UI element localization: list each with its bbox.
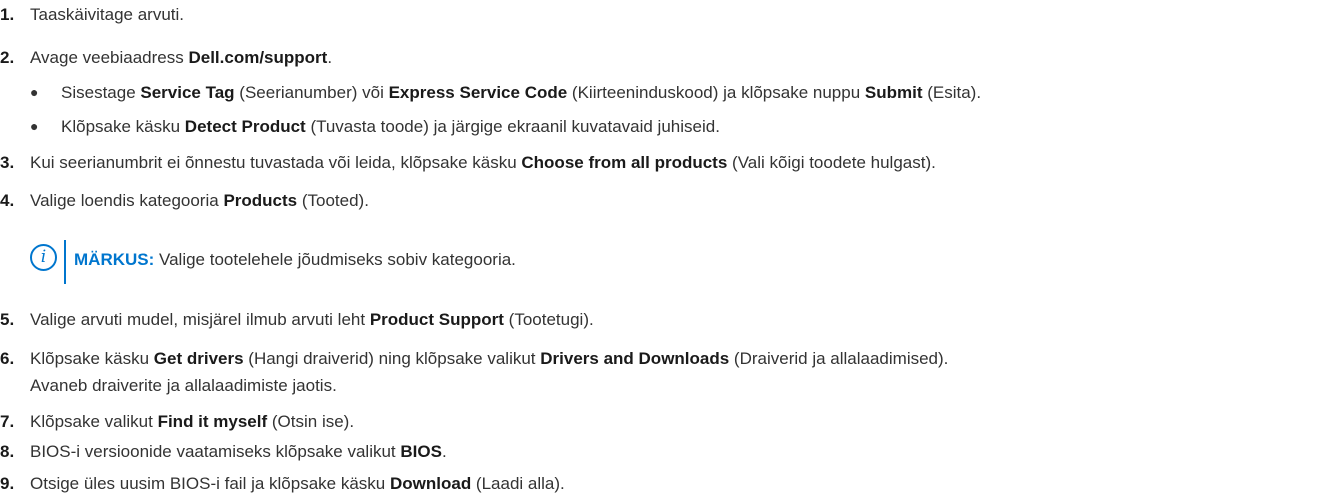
step-number: 3. [0,153,15,172]
bullet-icon: ● [30,84,39,100]
step-number: 1. [0,5,15,24]
step-number: 5. [0,310,15,329]
step-text: Kui seerianumbrit ei õnnestu tuvastada v… [30,153,936,172]
bullet-text: Klõpsake käsku Detect Product (Tuvasta t… [61,117,720,136]
step-number: 8. [0,442,15,461]
note-callout: i MÄRKUS: Valige tootelehele jõudmiseks … [30,240,730,284]
step-number: 4. [0,191,15,210]
step-number: 9. [0,474,15,493]
step-text: Valige arvuti mudel, misjärel ilmub arvu… [30,310,594,329]
note-label: MÄRKUS: [74,250,155,269]
bullet-icon: ● [30,118,39,134]
step-text: Valige loendis kategooria Products (Toot… [30,191,369,210]
step-number: 7. [0,412,15,431]
step-text: Otsige üles uusim BIOS-i fail ja klõpsak… [30,474,565,493]
step-text: Taaskäivitage arvuti. [30,5,185,24]
note-text: MÄRKUS: Valige tootelehele jõudmiseks so… [74,250,516,269]
bullet-text: Sisestage Service Tag (Seerianumber) või… [61,83,982,102]
info-icon: i [30,244,57,271]
step-number: 6. [0,349,15,368]
url-text: Dell.com/support [188,48,328,67]
step-number: 2. [0,48,15,67]
note-divider [64,240,66,284]
step-text: Klõpsake käsku Get drivers (Hangi draive… [30,349,949,368]
step-text: BIOS-i versioonide vaatamiseks klõpsake … [30,442,447,461]
step-text: Avaneb draiverite ja allalaadimiste jaot… [30,376,337,395]
step-text: Klõpsake valikut Find it myself (Otsin i… [30,412,355,431]
step-text: Avage veebiaadress Dell.com/support. [30,48,333,67]
